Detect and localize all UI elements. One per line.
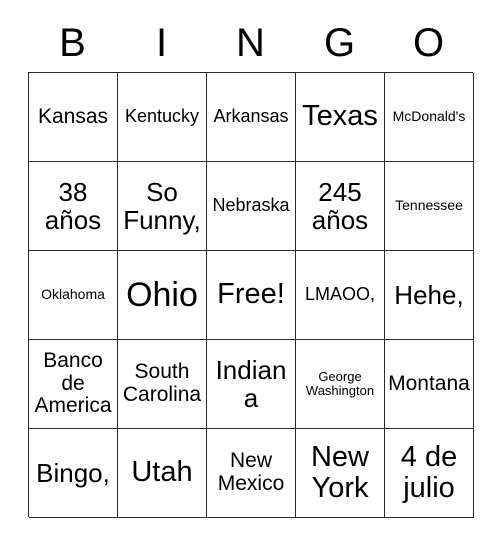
bingo-header-letter-o: O: [412, 21, 445, 65]
bingo-cell-r2c5[interactable]: Tennessee: [385, 162, 474, 251]
bingo-cell-label: 4 de julio: [400, 440, 458, 504]
bingo-header-letter-i: I: [155, 21, 168, 65]
bingo-cell-label: 245 años: [311, 176, 369, 235]
bingo-cell-label: Nebraska: [212, 195, 290, 216]
bingo-cell-r3c5[interactable]: Hehe,: [385, 251, 474, 340]
bingo-cell-r1c3[interactable]: Arkansas: [207, 73, 296, 162]
bingo-cell-r2c1[interactable]: 38 años: [29, 162, 118, 251]
bingo-cell-r2c2[interactable]: So Funny,: [118, 162, 207, 251]
bingo-cell-r1c5[interactable]: McDonald's: [385, 73, 474, 162]
bingo-free-space[interactable]: Free!: [207, 251, 296, 340]
bingo-cell-label: New Mexico: [217, 449, 285, 495]
bingo-cell-label: Texas: [302, 100, 378, 133]
bingo-cell-label: Tennessee: [395, 197, 463, 214]
bingo-cell-label: So Funny,: [123, 176, 201, 235]
bingo-cell-r5c1[interactable]: Bingo,: [29, 429, 118, 518]
bingo-cell-label: Banco de America: [34, 348, 112, 418]
bingo-cell-label: South Carolina: [122, 360, 202, 406]
bingo-grid: Kansas Kentucky Arkansas Texas McDonald'…: [28, 72, 474, 518]
bingo-cell-r1c1[interactable]: Kansas: [29, 73, 118, 162]
bingo-cell-label: Hehe,: [394, 279, 464, 310]
bingo-cell-r5c4[interactable]: New York: [296, 429, 385, 518]
bingo-cell-r4c3[interactable]: Indiana: [207, 340, 296, 429]
bingo-header-letter-g: G: [323, 21, 356, 65]
bingo-free-space-label: Free!: [217, 278, 285, 311]
bingo-cell-r5c3[interactable]: New Mexico: [207, 429, 296, 518]
bingo-cell-r2c4[interactable]: 245 años: [296, 162, 385, 251]
bingo-cell-label: Arkansas: [213, 106, 289, 127]
bingo-cell-r4c4[interactable]: George Washington: [296, 340, 385, 429]
bingo-cell-r4c2[interactable]: South Carolina: [118, 340, 207, 429]
bingo-header-letter-n: N: [236, 21, 265, 65]
bingo-cell-r2c3[interactable]: Nebraska: [207, 162, 296, 251]
bingo-cell-label: Kansas: [37, 104, 109, 128]
bingo-cell-r1c2[interactable]: Kentucky: [118, 73, 207, 162]
bingo-cell-label: Bingo,: [36, 457, 110, 488]
bingo-cell-r1c4[interactable]: Texas: [296, 73, 385, 162]
bingo-cell-label: Kentucky: [124, 106, 200, 127]
bingo-card: B I N G O Kansas Kentucky Arkansas Texas…: [0, 0, 500, 544]
bingo-cell-label: Oklahoma: [41, 286, 105, 303]
bingo-cell-label: Utah: [131, 456, 193, 489]
bingo-cell-label: Indiana: [215, 354, 287, 413]
bingo-cell-label: 38 años: [44, 176, 102, 235]
bingo-cell-r5c5[interactable]: 4 de julio: [385, 429, 474, 518]
bingo-cell-r5c2[interactable]: Utah: [118, 429, 207, 518]
bingo-header-letter-b: B: [59, 21, 86, 65]
bingo-cell-label: New York: [310, 440, 369, 504]
bingo-cell-r3c2[interactable]: Ohio: [118, 251, 207, 340]
bingo-cell-label: Montana: [388, 371, 470, 395]
bingo-cell-r4c5[interactable]: Montana: [385, 340, 474, 429]
bingo-cell-label: Ohio: [126, 275, 198, 314]
bingo-cell-r3c4[interactable]: LMAOO,: [296, 251, 385, 340]
bingo-cell-r3c1[interactable]: Oklahoma: [29, 251, 118, 340]
bingo-cell-label: George Washington: [305, 368, 375, 398]
bingo-header: B I N G O: [28, 14, 473, 72]
bingo-cell-label: McDonald's: [392, 108, 466, 125]
bingo-cell-r4c1[interactable]: Banco de America: [29, 340, 118, 429]
bingo-cell-label: LMAOO,: [304, 284, 375, 305]
